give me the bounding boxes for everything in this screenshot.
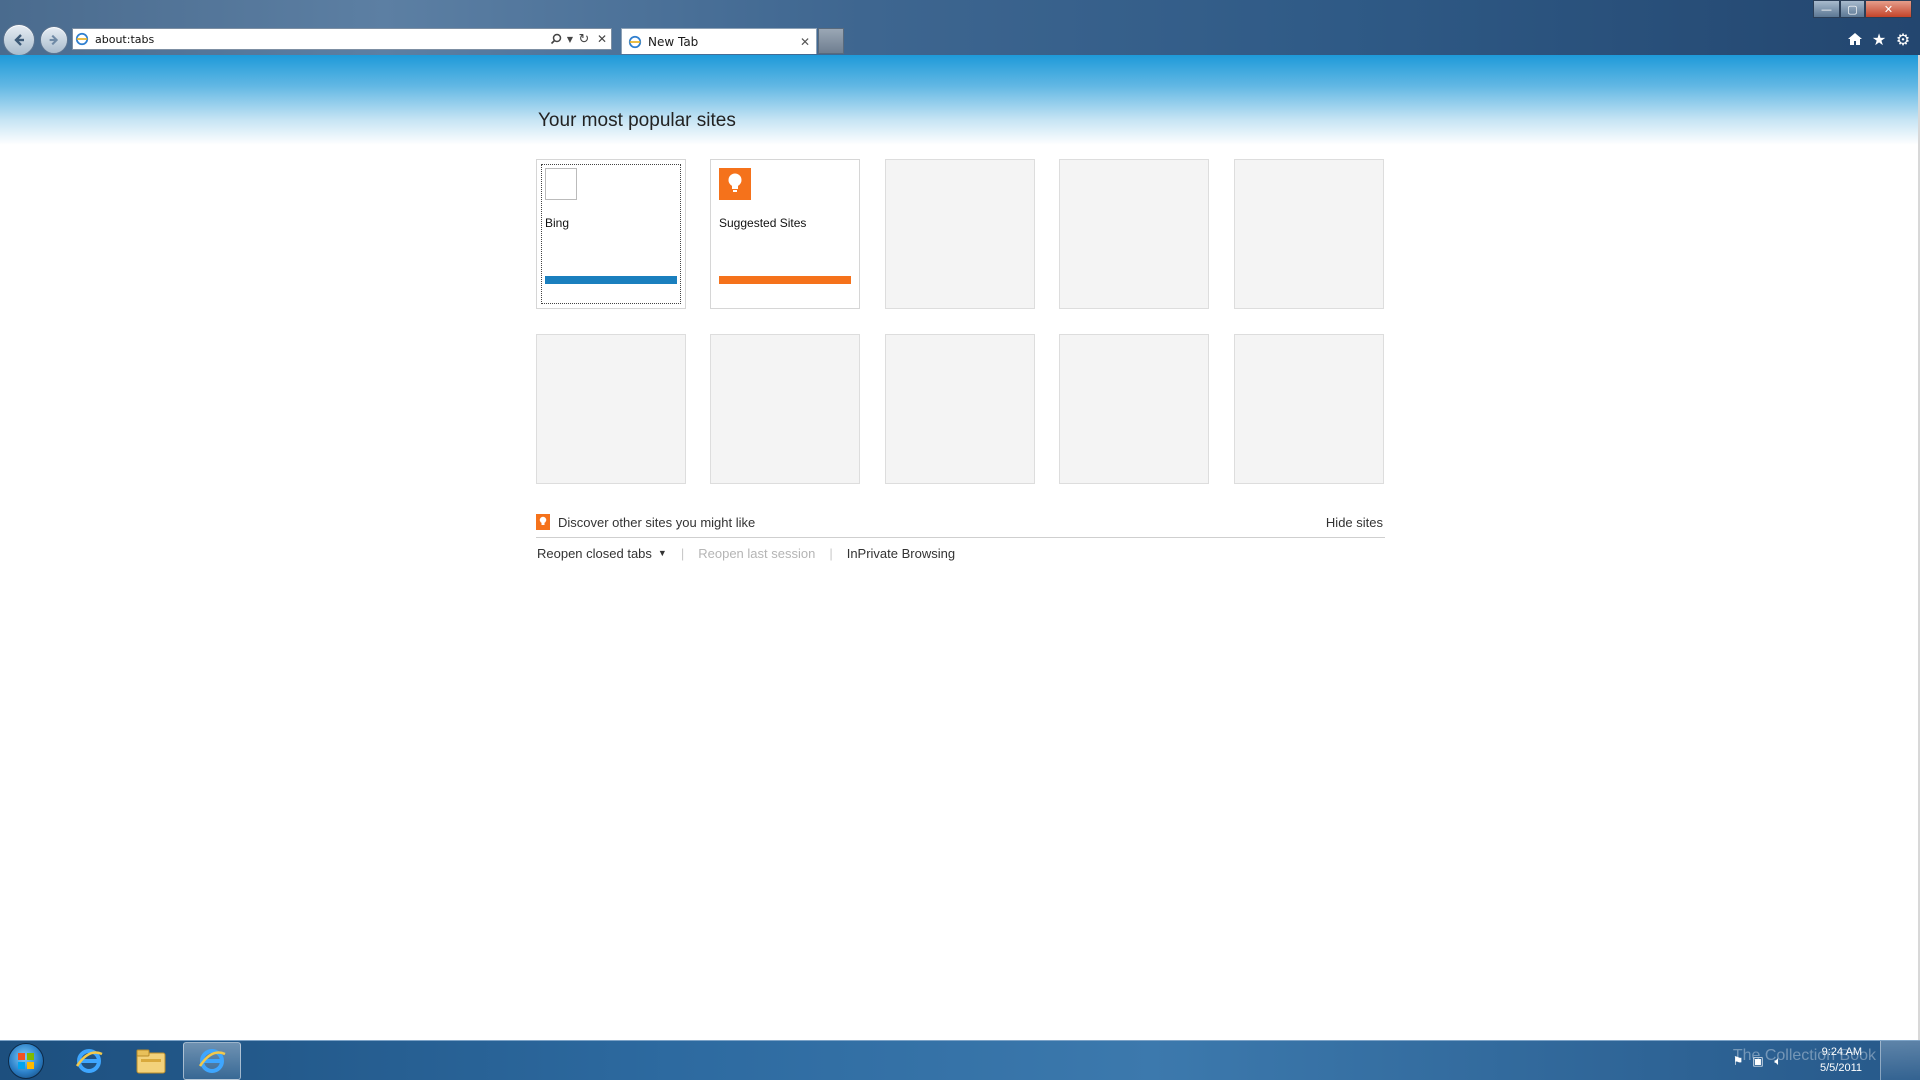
- empty-site-tile[interactable]: [1234, 159, 1384, 309]
- tab-new-tab[interactable]: New Tab ✕: [621, 28, 817, 54]
- blank-page-icon: [545, 168, 577, 200]
- empty-site-tile[interactable]: [1234, 334, 1384, 484]
- home-icon[interactable]: [1845, 29, 1865, 49]
- discover-row: Discover other sites you might like Hide…: [536, 514, 1385, 538]
- tile-color-bar: [545, 276, 677, 284]
- show-desktop-button[interactable]: [1880, 1041, 1920, 1081]
- empty-site-tile[interactable]: [885, 334, 1035, 484]
- browser-chrome: about:tabs ▼ ↻ ✕ New Tab ✕ — ▢ ✕ ★ ⚙: [0, 0, 1920, 56]
- maximize-button[interactable]: ▢: [1840, 0, 1865, 18]
- hide-sites-link[interactable]: Hide sites: [1326, 515, 1383, 530]
- separator: |: [829, 545, 833, 561]
- reopen-last-session-button[interactable]: Reopen last session: [698, 546, 815, 561]
- tile-label: Suggested Sites: [719, 216, 807, 230]
- taskbar-internet-explorer[interactable]: [60, 1042, 118, 1080]
- windows-logo-icon: [8, 1043, 44, 1079]
- back-button[interactable]: [3, 24, 35, 56]
- empty-site-tile[interactable]: [1059, 334, 1209, 484]
- start-button[interactable]: [4, 1042, 48, 1080]
- internet-explorer-icon: [198, 1049, 226, 1073]
- taskbar-windows-explorer[interactable]: [122, 1042, 180, 1080]
- tab-title: New Tab: [648, 34, 699, 49]
- separator: |: [680, 545, 685, 561]
- ie-page-icon: [73, 30, 91, 48]
- address-text[interactable]: about:tabs: [95, 33, 547, 46]
- refresh-icon[interactable]: ↻: [575, 30, 593, 48]
- clock-time[interactable]: 9:24 AM: [1822, 1046, 1862, 1058]
- search-icon[interactable]: [547, 30, 565, 48]
- lightbulb-icon: [719, 168, 751, 200]
- gear-icon[interactable]: ⚙: [1893, 29, 1913, 49]
- chevron-down-icon[interactable]: ▼: [658, 548, 667, 558]
- forward-button[interactable]: [40, 26, 68, 54]
- star-icon[interactable]: ★: [1869, 29, 1889, 49]
- site-tile-bing[interactable]: Bing: [536, 159, 686, 309]
- site-tile-suggested-sites[interactable]: Suggested Sites: [710, 159, 860, 309]
- tile-color-bar: [719, 276, 851, 284]
- discover-sites-link[interactable]: Discover other sites you might like: [558, 515, 755, 530]
- network-icon[interactable]: ▣: [1750, 1053, 1766, 1069]
- flag-icon[interactable]: ⚑: [1730, 1053, 1746, 1069]
- new-tab-button[interactable]: [818, 28, 844, 54]
- tile-label: Bing: [545, 216, 570, 230]
- close-window-button[interactable]: ✕: [1865, 0, 1912, 18]
- address-bar[interactable]: about:tabs ▼ ↻ ✕: [72, 28, 612, 50]
- lightbulb-icon: [536, 514, 550, 530]
- empty-site-tile[interactable]: [536, 334, 686, 484]
- minimize-button[interactable]: —: [1813, 0, 1840, 18]
- forward-arrow-icon: [49, 34, 59, 46]
- volume-icon[interactable]: 🔈︎: [1770, 1053, 1786, 1069]
- back-arrow-icon: [14, 34, 24, 46]
- clock-date[interactable]: 5/5/2011: [1820, 1062, 1862, 1074]
- tab-actions-row: Reopen closed tabs ▼ | Reopen last sessi…: [537, 544, 955, 562]
- taskbar-internet-explorer-active[interactable]: [183, 1042, 241, 1080]
- dropdown-arrow-icon[interactable]: ▼: [565, 30, 575, 48]
- empty-site-tile[interactable]: [885, 159, 1035, 309]
- inprivate-browsing-link[interactable]: InPrivate Browsing: [847, 546, 955, 561]
- empty-site-tile[interactable]: [1059, 159, 1209, 309]
- ie-tab-icon: [628, 35, 642, 49]
- internet-explorer-icon: [75, 1049, 103, 1073]
- taskbar: The Collection Book ⚑ ▣ 🔈︎ 9:24 AM 5/5/2…: [0, 1040, 1920, 1081]
- close-tab-icon[interactable]: ✕: [800, 35, 810, 49]
- reopen-closed-tabs-button[interactable]: Reopen closed tabs: [537, 546, 652, 561]
- page-header-gradient: [0, 55, 1920, 145]
- page-title: Your most popular sites: [538, 110, 736, 131]
- system-tray: The Collection Book ⚑ ▣ 🔈︎ 9:24 AM 5/5/2…: [1690, 1041, 1920, 1081]
- empty-site-tile[interactable]: [710, 334, 860, 484]
- stop-icon[interactable]: ✕: [593, 30, 611, 48]
- windows-explorer-icon: [136, 1049, 166, 1074]
